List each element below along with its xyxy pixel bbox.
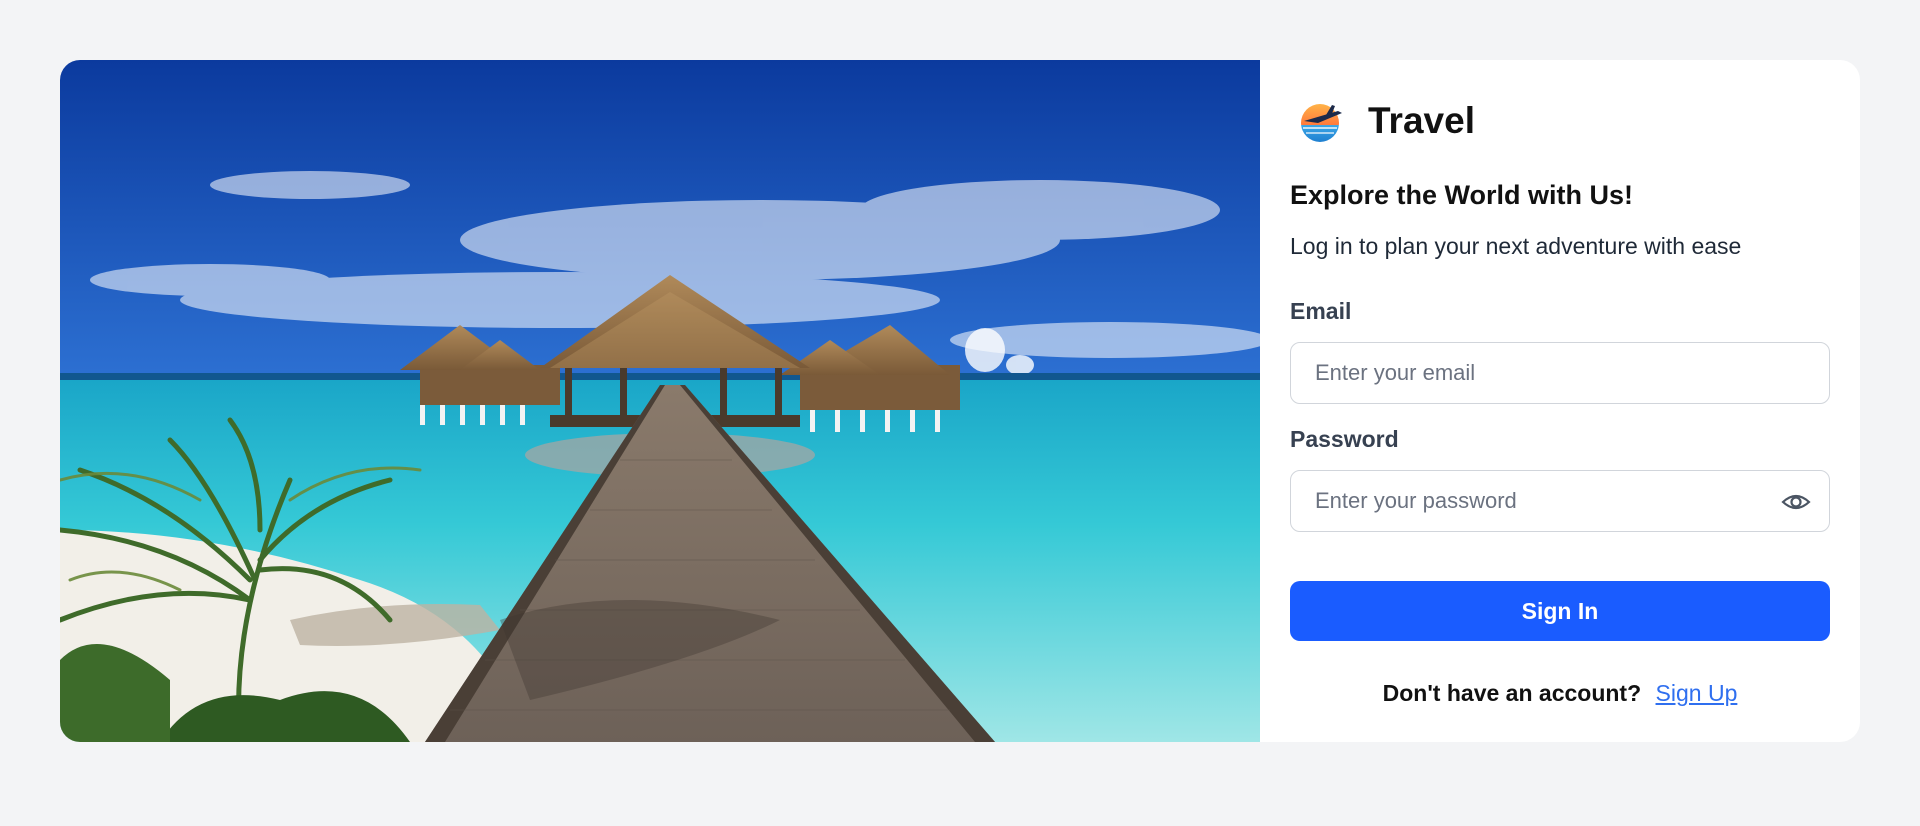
password-field-wrapper — [1290, 470, 1830, 532]
login-panel: Travel Explore the World with Us! Log in… — [1260, 60, 1860, 742]
signup-prompt-text: Don't have an account? — [1382, 680, 1642, 706]
page-subtitle: Log in to plan your next adventure with … — [1290, 233, 1742, 259]
email-field-wrapper — [1290, 342, 1830, 404]
email-field[interactable] — [1291, 343, 1829, 403]
email-label: Email — [1290, 298, 1352, 324]
sign-up-link[interactable]: Sign Up — [1656, 680, 1738, 706]
plane-sunset-logo-icon — [1301, 104, 1342, 142]
beach-bungalow-photo — [60, 60, 1260, 742]
brand: Travel — [1298, 97, 1475, 145]
signup-prompt: Don't have an account? Sign Up — [1290, 680, 1830, 707]
password-field[interactable] — [1291, 471, 1829, 531]
login-card: Travel Explore the World with Us! Log in… — [60, 60, 1860, 742]
password-label: Password — [1290, 426, 1399, 452]
hero-image — [60, 60, 1260, 742]
brand-name: Travel — [1368, 100, 1475, 141]
sign-in-button[interactable]: Sign In — [1290, 581, 1830, 641]
page-title: Explore the World with Us! — [1290, 180, 1634, 210]
eye-icon[interactable] — [1781, 489, 1811, 515]
